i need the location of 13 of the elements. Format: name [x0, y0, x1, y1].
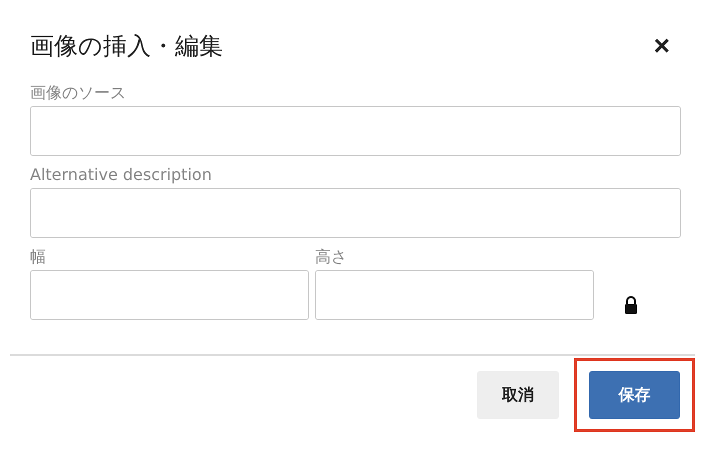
input-field[interactable]	[30, 106, 681, 156]
lock-icon[interactable]	[624, 296, 638, 314]
input-field[interactable]	[315, 270, 594, 320]
field-label: 画像のソース	[30, 82, 127, 104]
cancel-button[interactable]: 取消	[477, 371, 559, 419]
close-button[interactable]: ×	[654, 32, 670, 60]
field-label: 幅	[30, 246, 47, 268]
save-button[interactable]: 保存	[589, 371, 680, 419]
input-field[interactable]	[30, 188, 681, 238]
field-label: 高さ	[315, 246, 348, 268]
dialog-title: 画像の挿入・編集	[30, 31, 223, 62]
input-field[interactable]	[30, 270, 309, 320]
field-label: Alternative description	[30, 164, 213, 186]
